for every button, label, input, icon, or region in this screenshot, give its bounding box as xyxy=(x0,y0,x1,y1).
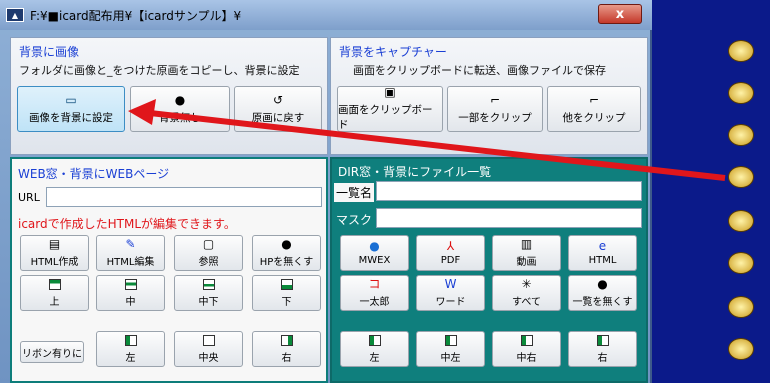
folder-icon: ▢ xyxy=(202,237,215,251)
align-right-icon xyxy=(280,334,293,346)
desktop-icon-6[interactable] xyxy=(728,252,754,274)
align-left-icon xyxy=(368,334,381,346)
clipboard-icon: ▣ xyxy=(384,85,396,99)
pos-bottom-button[interactable]: 下 xyxy=(252,275,321,311)
filter-mwex-button[interactable]: ● MWEX xyxy=(340,235,409,271)
web-title: WEB窓・背景にWEBページ xyxy=(18,167,170,181)
html-create-button[interactable]: ▤ HTML作成 xyxy=(20,235,89,271)
document-icon: ▤ xyxy=(48,237,61,251)
dir-left-button[interactable]: 左 xyxy=(340,331,409,367)
set-bg-image-button[interactable]: ▭ 画像を背景に設定 xyxy=(17,86,125,132)
desktop-icon-8[interactable] xyxy=(728,338,754,360)
dir-title: DIR窓・背景にファイル一覧 xyxy=(338,165,492,179)
align-center-icon xyxy=(202,334,215,346)
desktop-icon-1[interactable] xyxy=(728,40,754,62)
ichitaro-icon: コ xyxy=(368,277,381,291)
undo-icon: ↺ xyxy=(272,92,284,107)
ie-icon: e xyxy=(598,239,607,253)
globe-icon: ● xyxy=(597,277,608,291)
asterisk-icon: ✳ xyxy=(521,277,532,291)
filter-ichitaro-button[interactable]: コ 一太郎 xyxy=(340,275,409,311)
pos-left-button[interactable]: 左 xyxy=(96,331,165,367)
pos-middle-low-button[interactable]: 中下 xyxy=(174,275,243,311)
align-bottom-icon xyxy=(280,278,293,290)
capture-subtitle: 画面をクリップボードに転送、画像ファイルで保存 xyxy=(353,64,606,77)
align-left-icon xyxy=(124,334,137,346)
window-title: F:¥■icard配布用¥【icardサンプル】¥ xyxy=(30,8,242,23)
dir-center-left-button[interactable]: 中左 xyxy=(416,331,485,367)
pdf-icon: ⅄ xyxy=(446,239,455,253)
filter-word-button[interactable]: W ワード xyxy=(416,275,485,311)
capture-title: 背景をキャプチャー xyxy=(339,45,447,59)
select-other-icon: ⌐ xyxy=(588,92,600,107)
bg-image-panel: 背景に画像 フォルダに画像と_をつけた原画をコピーし、背景に設定 ▭ 画像を背景… xyxy=(10,37,328,155)
pen-icon: ✎ xyxy=(125,237,136,251)
list-name-input[interactable] xyxy=(376,181,642,201)
mask-input[interactable] xyxy=(376,208,642,228)
desktop-icon-3[interactable] xyxy=(728,124,754,146)
globe-icon: ● xyxy=(281,237,292,251)
desktop-icon-2[interactable] xyxy=(728,82,754,104)
dir-right-button[interactable]: 右 xyxy=(568,331,637,367)
url-label: URL xyxy=(18,191,40,204)
web-note: icardで作成したHTMLが編集できます。 xyxy=(18,217,236,231)
list-name-label: 一覧名 xyxy=(334,183,375,202)
app-window: ▲ F:¥■icard配布用¥【icardサンプル】¥ x 背景に画像 フォルダ… xyxy=(0,0,652,383)
title-bar[interactable]: ▲ F:¥■icard配布用¥【icardサンプル】¥ x xyxy=(0,0,652,30)
pos-right-button[interactable]: 右 xyxy=(252,331,321,367)
align-right-icon xyxy=(596,334,609,346)
capture-to-clipboard-button[interactable]: ▣ 画面をクリップボード xyxy=(337,86,443,132)
pos-middle-button[interactable]: 中 xyxy=(96,275,165,311)
url-input[interactable] xyxy=(46,187,322,207)
html-edit-button[interactable]: ✎ HTML編集 xyxy=(96,235,165,271)
filter-pdf-button[interactable]: ⅄ PDF xyxy=(416,235,485,271)
globe-icon: ● xyxy=(174,92,186,107)
desktop-icon-4[interactable] xyxy=(728,166,754,188)
image-icon: ▭ xyxy=(65,92,77,107)
align-middle-low-icon xyxy=(202,278,215,290)
app-icon: ▲ xyxy=(6,8,24,22)
remove-list-button[interactable]: ● 一覧を無くす xyxy=(568,275,637,311)
align-top-icon xyxy=(48,278,61,290)
select-icon: ⌐ xyxy=(489,92,501,107)
film-icon: ▥ xyxy=(520,237,533,251)
filter-all-button[interactable]: ✳ すべて xyxy=(492,275,561,311)
desktop-icon-5[interactable] xyxy=(728,210,754,232)
filter-html-button[interactable]: e HTML xyxy=(568,235,637,271)
no-bg-button[interactable]: ● 背景無し xyxy=(130,86,230,132)
mask-label: マスク xyxy=(336,213,373,227)
ribbon-toggle-button[interactable]: リボン有りに xyxy=(20,341,84,363)
remove-hp-button[interactable]: ● HPを無くす xyxy=(252,235,321,271)
dir-panel: DIR窓・背景にファイル一覧 一覧名 マスク ● MWEX ⅄ PDF ▥ 動画… xyxy=(330,157,648,383)
browse-button[interactable]: ▢ 参照 xyxy=(174,235,243,271)
capture-panel: 背景をキャプチャー 画面をクリップボードに転送、画像ファイルで保存 ▣ 画面をク… xyxy=(330,37,648,155)
restore-original-button[interactable]: ↺ 原画に戻す xyxy=(234,86,322,132)
desktop-icon-7[interactable] xyxy=(728,296,754,318)
dir-center-right-button[interactable]: 中右 xyxy=(492,331,561,367)
bg-image-subtitle: フォルダに画像と_をつけた原画をコピーし、背景に設定 xyxy=(19,64,300,77)
web-panel: WEB窓・背景にWEBページ URL icardで作成したHTMLが編集できます… xyxy=(10,157,328,383)
align-center-left-icon xyxy=(444,334,457,346)
clip-other-button[interactable]: ⌐ 他をクリップ xyxy=(547,86,641,132)
align-middle-icon xyxy=(124,278,137,290)
close-button[interactable]: x xyxy=(598,4,642,24)
mwex-icon: ● xyxy=(369,239,380,253)
align-center-right-icon xyxy=(520,334,533,346)
bg-image-title: 背景に画像 xyxy=(19,45,80,59)
word-icon: W xyxy=(444,277,457,291)
filter-video-button[interactable]: ▥ 動画 xyxy=(492,235,561,271)
pos-top-button[interactable]: 上 xyxy=(20,275,89,311)
desktop-icon-strip xyxy=(700,30,770,380)
clip-part-button[interactable]: ⌐ 一部をクリップ xyxy=(447,86,543,132)
pos-center-button[interactable]: 中央 xyxy=(174,331,243,367)
